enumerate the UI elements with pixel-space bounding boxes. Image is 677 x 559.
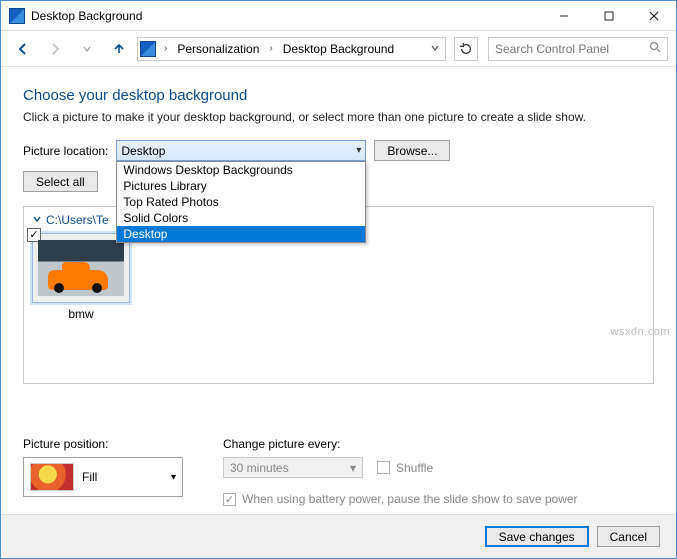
- option-solid-colors[interactable]: Solid Colors: [117, 210, 365, 226]
- change-interval-value: 30 minutes: [230, 461, 289, 475]
- browse-button[interactable]: Browse...: [374, 140, 450, 161]
- chevron-right-icon: ›: [267, 43, 274, 54]
- expand-collapse-icon: [32, 213, 42, 227]
- chevron-down-icon: ▾: [356, 145, 361, 156]
- picture-location-value: Desktop: [121, 144, 165, 158]
- control-panel-window: Desktop Background › Personalization: [0, 0, 677, 559]
- up-button[interactable]: [105, 35, 133, 63]
- option-pictures-library[interactable]: Pictures Library: [117, 178, 365, 194]
- picture-thumbnail[interactable]: ✓ bmw: [32, 233, 130, 321]
- thumbnail-frame: ✓: [32, 233, 130, 303]
- search-icon: [649, 41, 661, 56]
- chevron-down-icon: ▾: [171, 472, 176, 483]
- picture-location-label: Picture location:: [23, 144, 108, 158]
- refresh-button[interactable]: [454, 37, 478, 61]
- change-every-label: Change picture every:: [223, 437, 578, 451]
- position-preview-icon: [30, 463, 74, 491]
- option-top-rated-photos[interactable]: Top Rated Photos: [117, 194, 365, 210]
- breadcrumb-personalization[interactable]: Personalization: [173, 40, 263, 58]
- battery-label: When using battery power, pause the slid…: [242, 492, 578, 506]
- cancel-button[interactable]: Cancel: [597, 526, 660, 547]
- picture-position-combobox[interactable]: Fill ▾: [23, 457, 183, 497]
- navbar: › Personalization › Desktop Background S…: [1, 31, 676, 67]
- watermark-text: wsxdn.com: [610, 326, 670, 338]
- back-button[interactable]: [9, 35, 37, 63]
- shuffle-label: Shuffle: [396, 461, 433, 475]
- personalization-icon: [140, 41, 156, 57]
- shuffle-checkbox[interactable]: [377, 461, 390, 474]
- close-button[interactable]: [631, 1, 676, 30]
- app-icon: [9, 8, 25, 24]
- minimize-button[interactable]: [541, 1, 586, 30]
- maximize-button[interactable]: [586, 1, 631, 30]
- picture-position-label: Picture position:: [23, 437, 183, 451]
- select-all-button[interactable]: Select all: [23, 171, 98, 192]
- save-changes-button[interactable]: Save changes: [485, 526, 589, 547]
- picture-location-dropdown: Windows Desktop Backgrounds Pictures Lib…: [116, 161, 366, 243]
- thumbnail-caption: bmw: [68, 307, 93, 321]
- shuffle-option[interactable]: Shuffle: [377, 461, 433, 475]
- breadcrumb-desktop-background[interactable]: Desktop Background: [279, 40, 398, 58]
- page-heading: Choose your desktop background: [23, 87, 654, 104]
- picture-position-column: Picture position: Fill ▾: [23, 437, 183, 497]
- option-windows-desktop-backgrounds[interactable]: Windows Desktop Backgrounds: [117, 162, 365, 178]
- address-bar[interactable]: › Personalization › Desktop Background: [137, 37, 446, 61]
- battery-option[interactable]: ✓ When using battery power, pause the sl…: [223, 492, 578, 506]
- chevron-down-icon: ▾: [350, 461, 356, 475]
- window-title: Desktop Background: [31, 9, 142, 23]
- search-placeholder: Search Control Panel: [495, 42, 609, 56]
- chevron-right-icon: ›: [162, 43, 169, 54]
- option-desktop[interactable]: Desktop: [117, 226, 365, 242]
- footer: Save changes Cancel: [1, 514, 676, 558]
- forward-button[interactable]: [41, 35, 69, 63]
- titlebar: Desktop Background: [1, 1, 676, 31]
- group-path: C:\Users\Te: [46, 213, 109, 227]
- search-input[interactable]: Search Control Panel: [488, 37, 668, 61]
- history-dropdown-button[interactable]: [73, 35, 101, 63]
- battery-checkbox[interactable]: ✓: [223, 493, 236, 506]
- page-subtext: Click a picture to make it your desktop …: [23, 110, 654, 124]
- change-every-column: Change picture every: 30 minutes ▾ Shuff…: [223, 437, 578, 506]
- options-section: Picture position: Fill ▾ Change picture …: [23, 424, 654, 506]
- content-area: Choose your desktop background Click a p…: [1, 67, 676, 514]
- picture-location-combobox[interactable]: Desktop ▾: [116, 140, 366, 161]
- thumbnail-image: [38, 240, 124, 296]
- change-interval-combobox[interactable]: 30 minutes ▾: [223, 457, 363, 478]
- picture-position-value: Fill: [82, 470, 97, 484]
- picture-location-row: Picture location: Desktop ▾ Windows Desk…: [23, 140, 654, 161]
- address-dropdown-button[interactable]: [427, 42, 443, 56]
